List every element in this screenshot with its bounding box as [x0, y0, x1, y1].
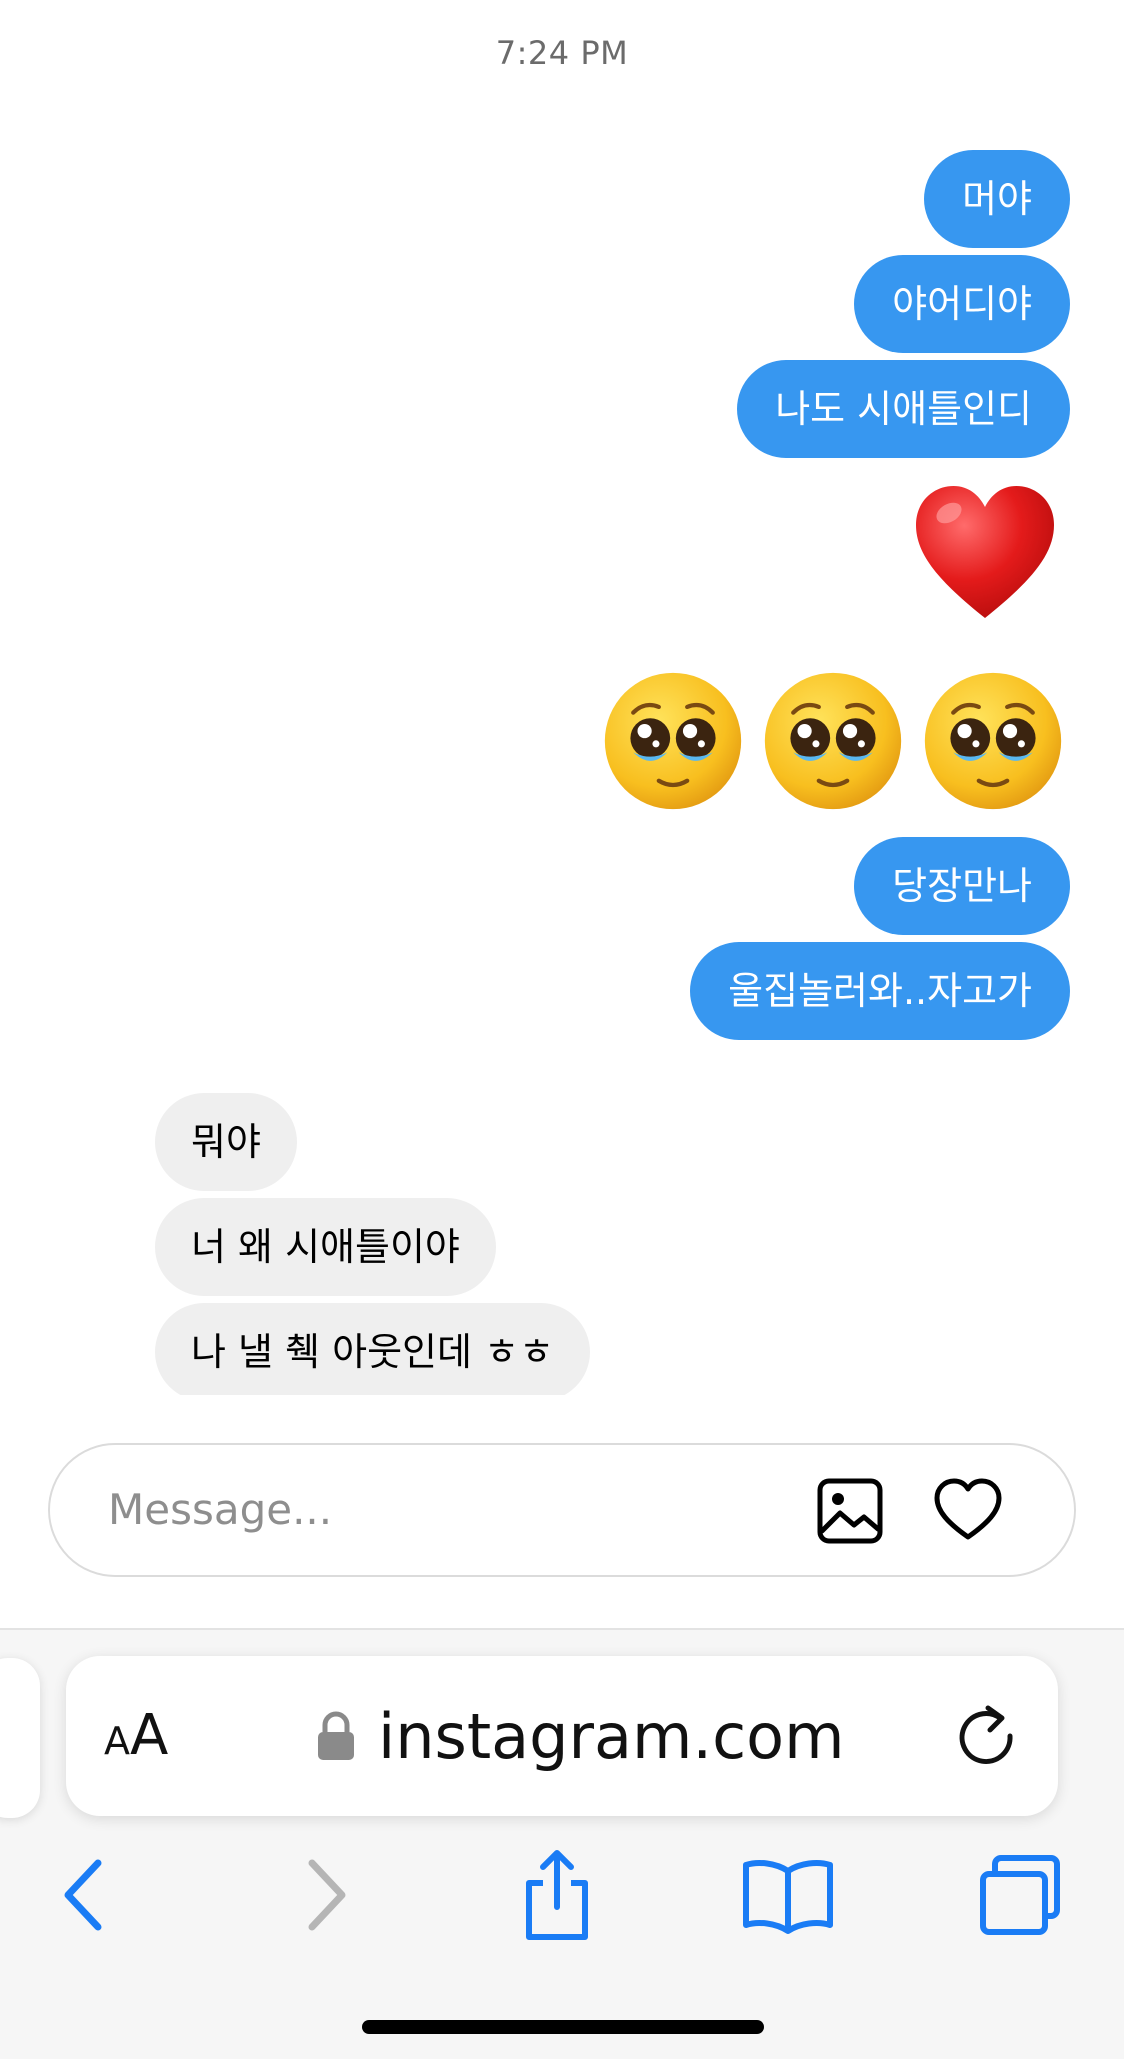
book-icon [743, 1860, 833, 1934]
reload-icon[interactable] [952, 1702, 1020, 1770]
chevron-left-icon [64, 1859, 102, 1931]
previous-tab-peek[interactable] [0, 1658, 40, 1818]
bookmarks-button[interactable] [738, 1845, 838, 1945]
share-button[interactable] [507, 1845, 607, 1945]
pleading-face-emoji [764, 672, 902, 810]
back-button[interactable] [34, 1845, 134, 1945]
url-display[interactable]: instagram.com [316, 1656, 844, 1816]
incoming-message[interactable]: 뭐야 [155, 1093, 297, 1191]
message-composer[interactable]: Message... [48, 1443, 1076, 1577]
home-indicator [362, 2020, 764, 2034]
tabs-icon [980, 1855, 1060, 1935]
outgoing-message[interactable]: 머야 [924, 150, 1070, 248]
emoji-message-row[interactable] [602, 670, 1062, 820]
heart-outline-icon[interactable] [932, 1475, 1004, 1547]
outgoing-message[interactable]: 나도 시애틀인디 [737, 360, 1070, 458]
safari-bottom-bar: AA instagram.com [0, 1628, 1124, 2059]
tabs-button[interactable] [972, 1845, 1072, 1945]
outgoing-message[interactable]: 울집놀러와..자고가 [690, 942, 1070, 1040]
share-icon [526, 1850, 588, 1940]
outgoing-message[interactable]: 당장만나 [854, 837, 1070, 935]
address-bar[interactable]: AA instagram.com [66, 1656, 1058, 1816]
forward-button[interactable] [276, 1845, 376, 1945]
incoming-message[interactable]: 너 왜 시애틀이야 [155, 1198, 496, 1296]
message-input[interactable]: Message... [108, 1445, 788, 1575]
outgoing-message[interactable]: 야어디야 [854, 255, 1070, 353]
pleading-face-emoji [604, 672, 742, 810]
gallery-icon[interactable] [814, 1475, 886, 1547]
pleading-face-emoji [924, 672, 1062, 810]
chevron-right-icon [308, 1859, 346, 1931]
red-heart-emoji[interactable] [910, 480, 1060, 630]
incoming-message[interactable]: 나 낼 췍 아웃인데 ㅎㅎ [155, 1303, 590, 1395]
message-thread[interactable]: 머야 야어디야 나도 시애틀인디 당장만나 울집놀러와..자고가 뭐야 너 왜 … [0, 0, 1124, 1395]
reader-settings-button[interactable]: AA [104, 1656, 168, 1816]
url-text: instagram.com [378, 1699, 845, 1773]
lock-icon [318, 1711, 354, 1760]
